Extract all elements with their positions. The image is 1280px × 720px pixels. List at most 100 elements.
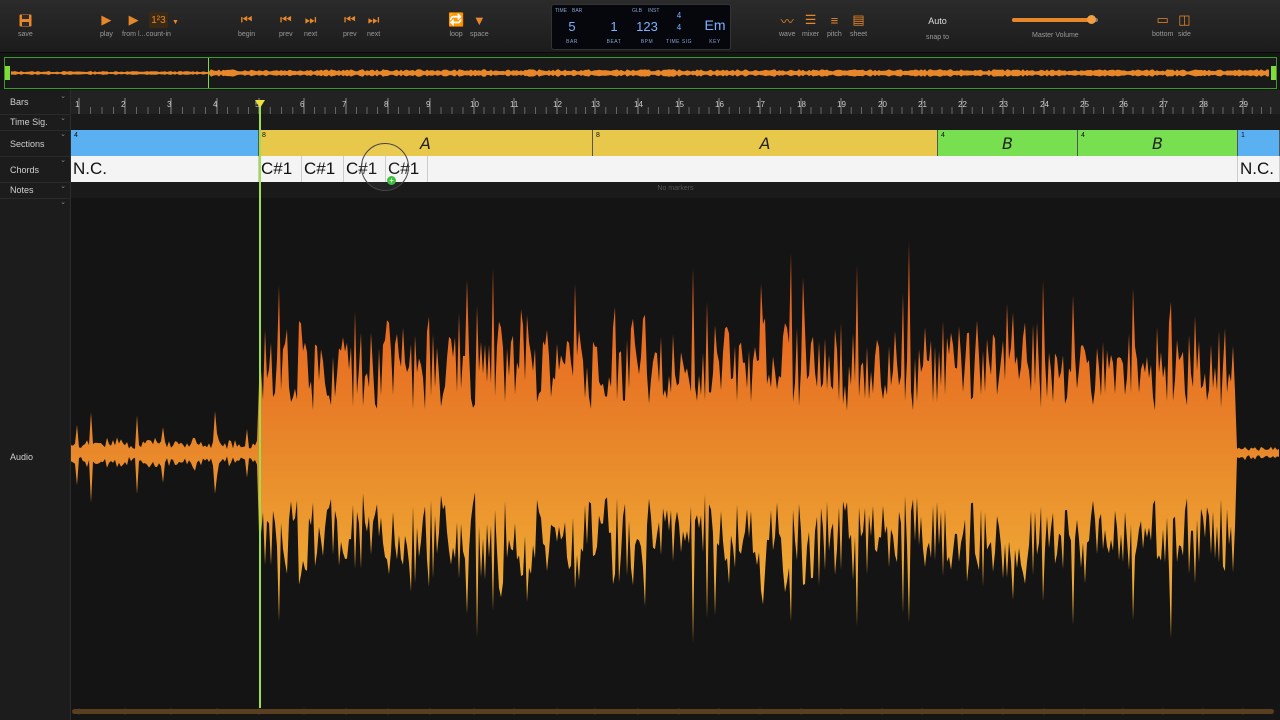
track-header-notes[interactable]: Notes ⌄ [0,182,70,199]
chord-cell[interactable]: N.C. [1238,156,1280,182]
side-panel-button[interactable]: ◫ side [1178,12,1191,38]
save-label: save [18,31,33,38]
mixer-button[interactable]: ☰ mixer [802,12,819,38]
audio-lane[interactable] [71,198,1280,708]
inst-tab[interactable]: INST [648,8,659,14]
chevron-down-icon[interactable]: ⌄ [60,92,66,100]
mouse-cursor-highlight [361,143,409,191]
track-header-timesig[interactable]: Time Sig. ⌄ [0,114,70,131]
chevron-down-icon[interactable]: ⌄ [60,130,66,138]
bar-number: 14 [634,100,643,109]
snap-to-control[interactable]: Auto snap to [926,16,949,41]
play-icon: ▶ [101,12,112,27]
begin-label: begin [238,31,256,38]
track-header-sections[interactable]: Sections ⌄ [0,130,70,157]
play-from-icon: ▶ [128,12,139,27]
bottom-label: bottom [1152,31,1174,38]
track-header-audio[interactable]: Audio [0,452,70,464]
bpm-label: BPM [640,39,654,45]
playhead-line[interactable] [259,100,261,708]
timesig-lane[interactable] [71,114,1280,131]
section-block[interactable]: 1 [1238,130,1280,156]
next-bar-button[interactable]: ⏭ next [304,12,317,38]
prev-section-button[interactable]: ⏮ prev [343,12,357,38]
time-tab[interactable]: TIME [555,8,567,14]
bar-display: TIME BAR 5 BAR [552,5,592,49]
skip-back-icon: ⏮ [279,12,292,27]
chevron-down-icon[interactable]: ⌄ [60,114,66,122]
chevron-down-icon: ▼ [172,18,179,26]
loop-button[interactable]: 🔁 loop [448,12,464,38]
wave-button[interactable]: 〰 wave [779,12,795,39]
section-block[interactable]: 4 [71,130,259,156]
add-chord-icon[interactable]: + [387,176,396,185]
notes-label: Notes [10,185,34,195]
overview-selection[interactable] [208,58,1275,88]
next-section-icon: ⏭ [367,12,380,27]
section-block[interactable]: 8A [593,130,938,156]
volume-knob[interactable] [1087,15,1097,24]
bar-value: 5 [568,19,576,34]
timesig-label: Time Sig. [10,117,48,127]
bars-label: Bars [10,97,29,107]
play-from-label: from l... [122,31,146,38]
master-volume-slider[interactable] [1012,15,1098,24]
bar-number: 4 [213,100,218,109]
play-button[interactable]: ▶ play [100,12,113,38]
chord-cell[interactable] [428,156,1238,182]
pitch-icon: ≡ [830,12,839,28]
notes-lane[interactable]: No markers [71,182,1280,199]
bottom-panel-button[interactable]: ▭ bottom [1152,12,1173,38]
pitch-button[interactable]: ≡ pitch [827,12,842,39]
key-display[interactable]: Em KEY [700,5,730,49]
play-from-button[interactable]: ▶ from l... [122,12,145,38]
chevron-down-icon[interactable]: ⌄ [60,182,66,190]
next-section-button[interactable]: ⏭ next [367,12,380,38]
bar-number: 3 [167,100,172,109]
section-block[interactable]: 4B [1078,130,1238,156]
sheet-icon: ▤ [852,12,865,27]
toolbar: save ▶ play ▶ from l... 1²3 count-in ▼ ⏮… [0,0,1280,53]
sheet-button[interactable]: ▤ sheet [850,12,867,38]
snap-label: snap to [926,34,949,41]
chords-lane[interactable]: N.C. C#1 C#1 C#1 C#1 N.C. [71,156,1280,184]
track-header-bars[interactable]: Bars ⌄ [0,90,70,115]
bar-label: BAR [566,39,578,45]
bar-number: 18 [797,100,806,109]
master-volume-label: Master Volume [1032,32,1079,39]
track-header-chords[interactable]: Chords ⌄ [0,156,70,183]
prev-bar-button[interactable]: ⏮ prev [279,12,293,38]
bar-tab[interactable]: BAR [572,8,582,14]
glb-tab[interactable]: GLB [632,8,642,14]
begin-button[interactable]: ⏮ begin [238,12,255,38]
bar-number: 26 [1119,100,1128,109]
section-block[interactable]: 8A [259,130,593,156]
chord-cell[interactable]: C#1 [302,156,344,182]
bar-number: 12 [553,100,562,109]
chevron-down-icon[interactable]: ⌄ [60,198,66,206]
prev-bar-label: prev [279,31,293,38]
key-value: Em [704,17,726,33]
bar-number: 11 [510,100,519,109]
count-in-dropdown[interactable]: ▼ [172,14,179,30]
sections-lane[interactable]: 48A8A4B4B1 [71,130,1280,156]
bpm-display[interactable]: GLB INST 123 BPM [628,5,666,49]
bar-number: 10 [470,100,479,109]
chord-cell[interactable]: N.C. [71,156,259,182]
save-button[interactable]: save [18,12,33,38]
section-block[interactable]: 4B [938,130,1078,156]
loop-label: loop [449,31,463,38]
horizontal-scrollbar[interactable] [72,709,1274,714]
waveform-path [71,242,1279,644]
playhead-handle[interactable] [255,100,265,108]
space-button[interactable]: ▼ space [470,12,489,39]
overview-handle-left[interactable] [5,66,10,80]
bars-ruler[interactable]: 1 2 3 4 5 6 7 8 9 10 11 12 13 14 15 16 17 18 19 20 21 22 23 24 2… [71,90,1280,115]
chevron-down-icon[interactable]: ⌄ [60,156,66,164]
overview-waveform[interactable] [4,57,1277,89]
count-in-button[interactable]: 1²3 count-in [146,12,171,38]
chord-cell[interactable]: C#1 [259,156,302,182]
count-in-icon: 1²3 [149,12,168,28]
timeline-lanes: 1 2 3 4 5 6 7 8 9 10 11 12 13 14 15 16 17 18 19 20 21 22 23 24 2… [71,90,1280,720]
time-sig-display[interactable]: 4 4 TIME SIG [664,5,694,49]
